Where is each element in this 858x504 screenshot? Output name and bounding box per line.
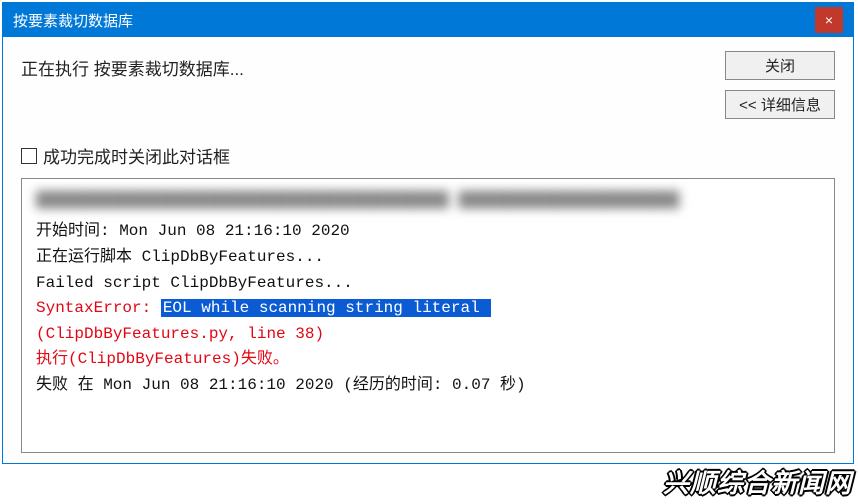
blurred-log: ████████████████████████████████████████… — [36, 189, 820, 211]
checkbox-label: 成功完成时关闭此对话框 — [43, 143, 230, 168]
log-line: 执行(ClipDbByFeatures)失败。 — [36, 347, 820, 373]
close-button[interactable]: 关闭 — [725, 51, 835, 80]
window-close-button[interactable]: × — [815, 7, 843, 33]
top-row: 正在执行 按要素裁切数据库... 关闭 << 详细信息 — [21, 51, 835, 119]
log-line: 失败 在 Mon Jun 08 21:16:10 2020 (经历的时间: 0.… — [36, 373, 820, 399]
log-line: SyntaxError: EOL while scanning string l… — [36, 296, 820, 322]
log-line: 正在运行脚本 ClipDbByFeatures... — [36, 245, 820, 271]
close-icon: × — [825, 12, 833, 28]
log-line: (ClipDbByFeatures.py, line 38) — [36, 322, 820, 348]
dialog-window: 按要素裁切数据库 × 正在执行 按要素裁切数据库... 关闭 << 详细信息 成… — [2, 2, 854, 464]
status-text: 正在执行 按要素裁切数据库... — [21, 51, 725, 80]
log-panel[interactable]: ████████████████████████████████████████… — [21, 178, 835, 453]
details-button[interactable]: << 详细信息 — [725, 90, 835, 119]
titlebar: 按要素裁切数据库 × — [3, 3, 853, 37]
watermark-text: 兴顺综合新闻网 — [663, 463, 852, 500]
button-column: 关闭 << 详细信息 — [725, 51, 835, 119]
checkbox-row: 成功完成时关闭此对话框 — [21, 143, 835, 168]
log-lines: 开始时间: Mon Jun 08 21:16:10 2020正在运行脚本 Cli… — [36, 219, 820, 398]
selected-text: EOL while scanning string literal — [161, 299, 491, 317]
close-on-success-checkbox[interactable] — [21, 148, 37, 164]
log-line: Failed script ClipDbByFeatures... — [36, 271, 820, 297]
window-title: 按要素裁切数据库 — [13, 10, 815, 31]
dialog-content: 正在执行 按要素裁切数据库... 关闭 << 详细信息 成功完成时关闭此对话框 … — [3, 37, 853, 463]
log-line: 开始时间: Mon Jun 08 21:16:10 2020 — [36, 219, 820, 245]
